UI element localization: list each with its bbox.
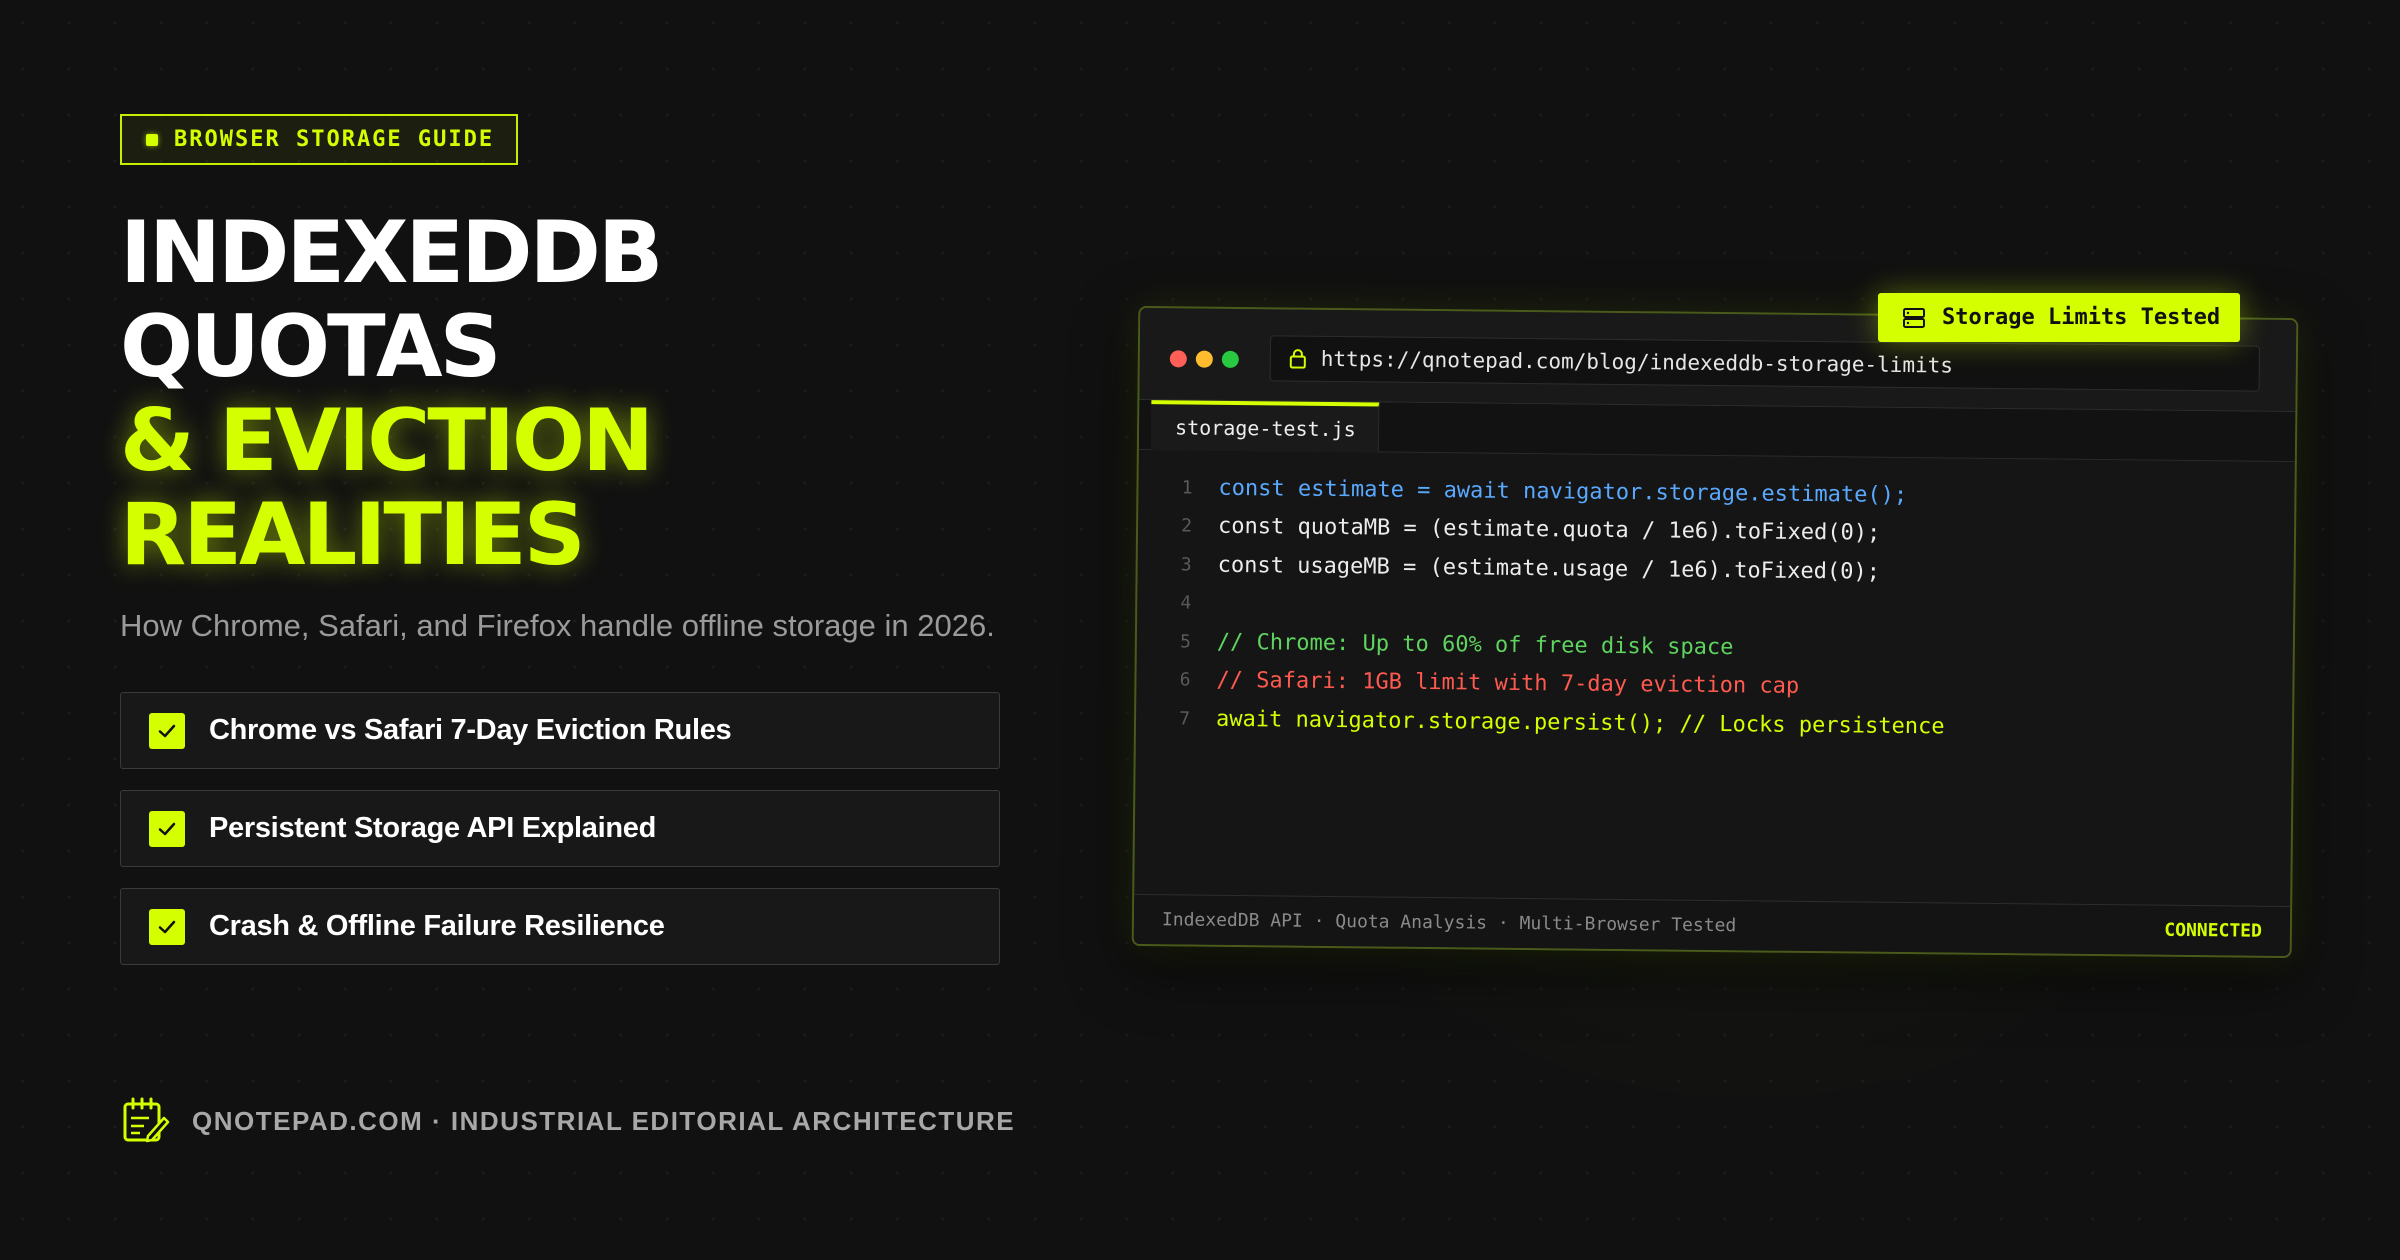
editor-tabbar: storage-test.js bbox=[1138, 399, 2296, 463]
title-line-1: INDEXEDDB bbox=[120, 203, 663, 303]
line-number: 5 bbox=[1179, 631, 1191, 653]
category-badge: BROWSER STORAGE GUIDE bbox=[120, 114, 518, 165]
minimize-window-dot[interactable] bbox=[1195, 350, 1213, 368]
connection-status: CONNECTED bbox=[2164, 919, 2263, 942]
tab-storage-test[interactable]: storage-test.js bbox=[1150, 400, 1380, 453]
feature-label: Crash & Offline Failure Resilience bbox=[209, 910, 665, 942]
checkmark-icon bbox=[149, 810, 185, 847]
url-text: https://qnotepad.com/blog/indexeddb-stor… bbox=[1320, 346, 1954, 378]
page-subtitle: How Chrome, Safari, and Firefox handle o… bbox=[120, 608, 995, 643]
status-description: IndexedDB API · Quota Analysis · Multi-B… bbox=[1161, 909, 1737, 937]
line-number: 6 bbox=[1179, 669, 1191, 691]
feature-label: Chrome vs Safari 7-Day Eviction Rules bbox=[209, 714, 732, 746]
checkmark-icon bbox=[149, 908, 185, 945]
notepad-pencil-icon bbox=[123, 1097, 170, 1143]
maximize-window-dot[interactable] bbox=[1221, 350, 1239, 368]
storage-limits-badge: Storage Limits Tested bbox=[1878, 293, 2240, 342]
code-text: await navigator.storage.persist(); // Lo… bbox=[1215, 706, 1945, 740]
feature-item: Crash & Offline Failure Resilience bbox=[120, 888, 1000, 965]
page-title: INDEXEDDB QUOTAS & EVICTION REALITIES bbox=[120, 203, 663, 585]
title-line-3: & EVICTION bbox=[120, 391, 654, 491]
lock-icon bbox=[1289, 349, 1306, 369]
code-text: // Safari: 1GB limit with 7-day eviction… bbox=[1216, 668, 1800, 700]
title-line-4: REALITIES bbox=[120, 485, 586, 585]
checkmark-icon bbox=[149, 712, 185, 749]
code-text: const quotaMB = (estimate.quota / 1e6).t… bbox=[1217, 514, 1881, 546]
badge-square-icon bbox=[146, 133, 158, 146]
footer-text: QNOTEPAD.COM · INDUSTRIAL EDITORIAL ARCH… bbox=[192, 1105, 1016, 1136]
code-text: const usageMB = (estimate.usage / 1e6).t… bbox=[1217, 552, 1881, 585]
code-text: const estimate = await navigator.storage… bbox=[1218, 475, 1908, 508]
server-stack-icon bbox=[1903, 307, 1925, 328]
feature-list: Chrome vs Safari 7-Day Eviction Rules Pe… bbox=[120, 692, 1000, 986]
footer-brand: QNOTEPAD.COM · INDUSTRIAL EDITORIAL ARCH… bbox=[120, 1096, 1015, 1146]
line-number: 7 bbox=[1179, 708, 1191, 730]
editor-statusbar: IndexedDB API · Quota Analysis · Multi-B… bbox=[1133, 893, 2291, 957]
address-bar[interactable]: https://qnotepad.com/blog/indexeddb-stor… bbox=[1269, 335, 2261, 392]
limits-badge-label: Storage Limits Tested bbox=[1942, 305, 2221, 330]
browser-window: https://qnotepad.com/blog/indexeddb-stor… bbox=[1131, 305, 2299, 959]
feature-label: Persistent Storage API Explained bbox=[209, 812, 657, 844]
line-number: 1 bbox=[1181, 477, 1193, 499]
line-number: 2 bbox=[1181, 515, 1193, 537]
code-text: // Chrome: Up to 60% of free disk space bbox=[1216, 629, 1734, 660]
feature-item: Chrome vs Safari 7-Day Eviction Rules bbox=[120, 692, 1000, 769]
title-line-2: QUOTAS bbox=[120, 297, 502, 397]
close-window-dot[interactable] bbox=[1169, 350, 1187, 368]
tab-label: storage-test.js bbox=[1174, 415, 1356, 442]
badge-label: BROWSER STORAGE GUIDE bbox=[174, 127, 495, 152]
code-editor: 1 const estimate = await navigator.stora… bbox=[1136, 468, 2295, 750]
line-number: 3 bbox=[1180, 554, 1192, 576]
line-number: 4 bbox=[1180, 592, 1192, 614]
browser-window-container: https://qnotepad.com/blog/indexeddb-stor… bbox=[1131, 305, 2299, 959]
feature-item: Persistent Storage API Explained bbox=[120, 790, 1000, 867]
